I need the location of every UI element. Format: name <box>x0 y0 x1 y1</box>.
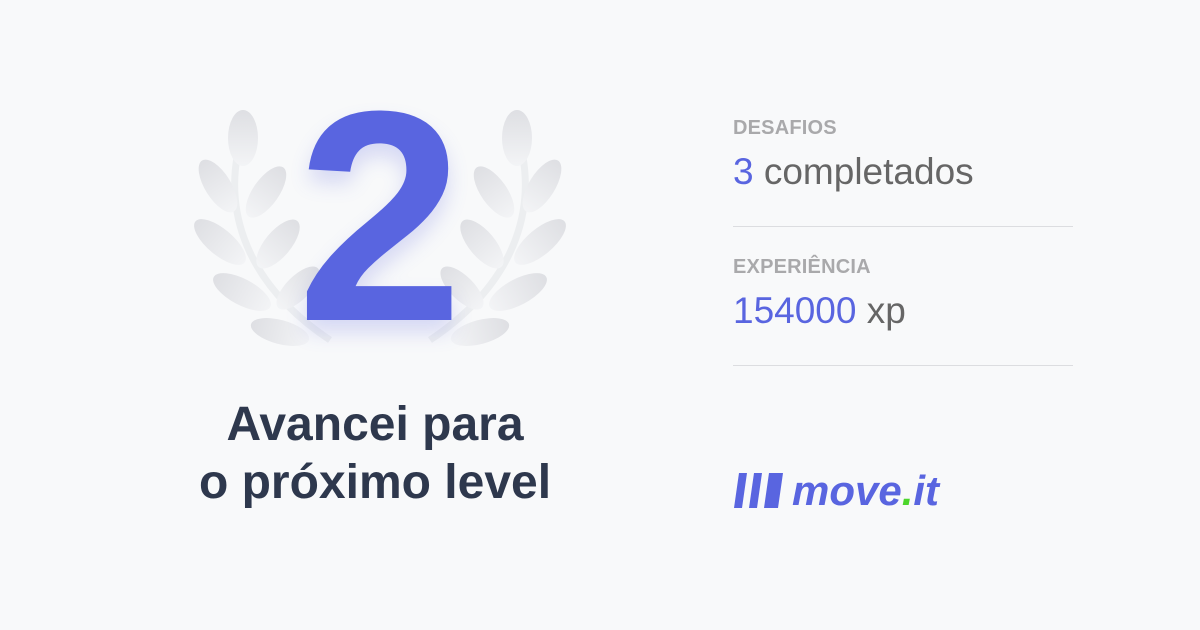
headline-line-2: o próximo level <box>198 456 552 509</box>
challenges-count: 3 <box>733 151 754 192</box>
level-number: 2 <box>296 48 464 384</box>
experience-stat: EXPERIÊNCIA 154000 xp <box>733 255 1073 366</box>
challenges-label: DESAFIOS <box>733 117 837 139</box>
moveit-logo-mark: move.it <box>734 467 941 514</box>
experience-label: EXPERIÊNCIA <box>733 256 871 278</box>
experience-amount: 154000 <box>733 290 857 331</box>
experience-unit: xp <box>866 290 906 331</box>
logo-text-suffix: it <box>913 467 941 514</box>
moveit-logo: move.it <box>732 465 992 517</box>
logo-dot: . <box>902 467 914 514</box>
challenges-stat: DESAFIOS 3 completados <box>733 116 1073 227</box>
logo-text-main: move <box>792 467 902 514</box>
brand-stripes-icon <box>734 473 783 508</box>
level-badge-section: 2 Avancei para o próximo level <box>160 66 600 540</box>
headline-line-1: Avancei para <box>226 398 524 451</box>
experience-value-row: 154000 xp <box>733 289 1073 333</box>
challenges-unit: completados <box>763 151 974 192</box>
level-up-headline: Avancei para o próximo level <box>140 396 610 512</box>
level-up-card: 2 Avancei para o próximo level DESAFIOS … <box>0 0 1200 630</box>
stats-panel: DESAFIOS 3 completados EXPERIÊNCIA 15400… <box>733 116 1073 394</box>
challenges-value-row: 3 completados <box>733 150 1073 194</box>
svg-text:move.it: move.it <box>792 467 941 514</box>
